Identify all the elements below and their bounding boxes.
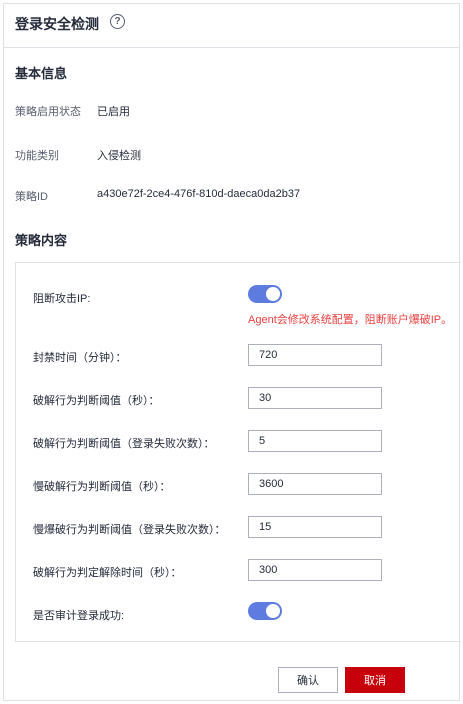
- status-value: 已启用: [97, 106, 130, 118]
- slow-crack-threshold-seconds-label: 慢破解行为判断阈值（秒）：: [33, 481, 171, 493]
- status-label: 策略启用状态: [15, 106, 81, 118]
- login-security-dialog: 登录安全检测 ? 基本信息 策略启用状态 已启用 功能类别 入侵检测 策略ID …: [3, 3, 461, 701]
- slow-brute-threshold-failures-input[interactable]: 15: [248, 516, 382, 538]
- help-icon[interactable]: ?: [110, 14, 125, 29]
- ban-time-input[interactable]: 720: [248, 344, 382, 366]
- page-title: 登录安全检测: [15, 16, 99, 32]
- slow-brute-threshold-failures-label: 慢爆破行为判断阈值（登录失败次数）：: [33, 524, 226, 536]
- toggle-knob: [266, 287, 280, 301]
- block-ip-warning: Agent会修改系统配置，阻断账户爆破IP。: [248, 314, 453, 326]
- crack-threshold-seconds-input[interactable]: 30: [248, 387, 382, 409]
- block-ip-toggle[interactable]: [248, 285, 282, 303]
- basic-info-title: 基本信息: [15, 66, 68, 81]
- ban-time-label: 封禁时间（分钟）：: [33, 352, 127, 364]
- crack-release-time-label: 破解行为判定解除时间（秒）：: [33, 567, 182, 579]
- policy-id-label: 策略ID: [15, 191, 48, 203]
- audit-success-toggle[interactable]: [248, 602, 282, 620]
- category-label: 功能类别: [15, 150, 59, 162]
- cancel-button[interactable]: 取消: [345, 667, 405, 693]
- slow-crack-threshold-seconds-input[interactable]: 3600: [248, 473, 382, 495]
- dialog-header: 登录安全检测 ?: [4, 4, 459, 48]
- policy-id-value: a430e72f-2ce4-476f-810d-daeca0da2b37: [97, 188, 301, 200]
- audit-success-label: 是否审计登录成功:: [33, 610, 125, 622]
- toggle-knob: [266, 604, 280, 618]
- block-ip-label: 阻断攻击IP:: [33, 293, 91, 305]
- crack-threshold-seconds-label: 破解行为判断阈值（秒）：: [33, 395, 160, 407]
- category-value: 入侵检测: [97, 150, 141, 162]
- crack-release-time-input[interactable]: 300: [248, 559, 382, 581]
- confirm-button[interactable]: 确认: [278, 667, 338, 693]
- crack-threshold-failures-label: 破解行为判断阈值（登录失败次数）：: [33, 438, 215, 450]
- policy-content-box: 阻断攻击IP: Agent会修改系统配置，阻断账户爆破IP。 封禁时间（分钟）：…: [15, 262, 461, 642]
- policy-content-title: 策略内容: [15, 233, 68, 248]
- crack-threshold-failures-input[interactable]: 5: [248, 430, 382, 452]
